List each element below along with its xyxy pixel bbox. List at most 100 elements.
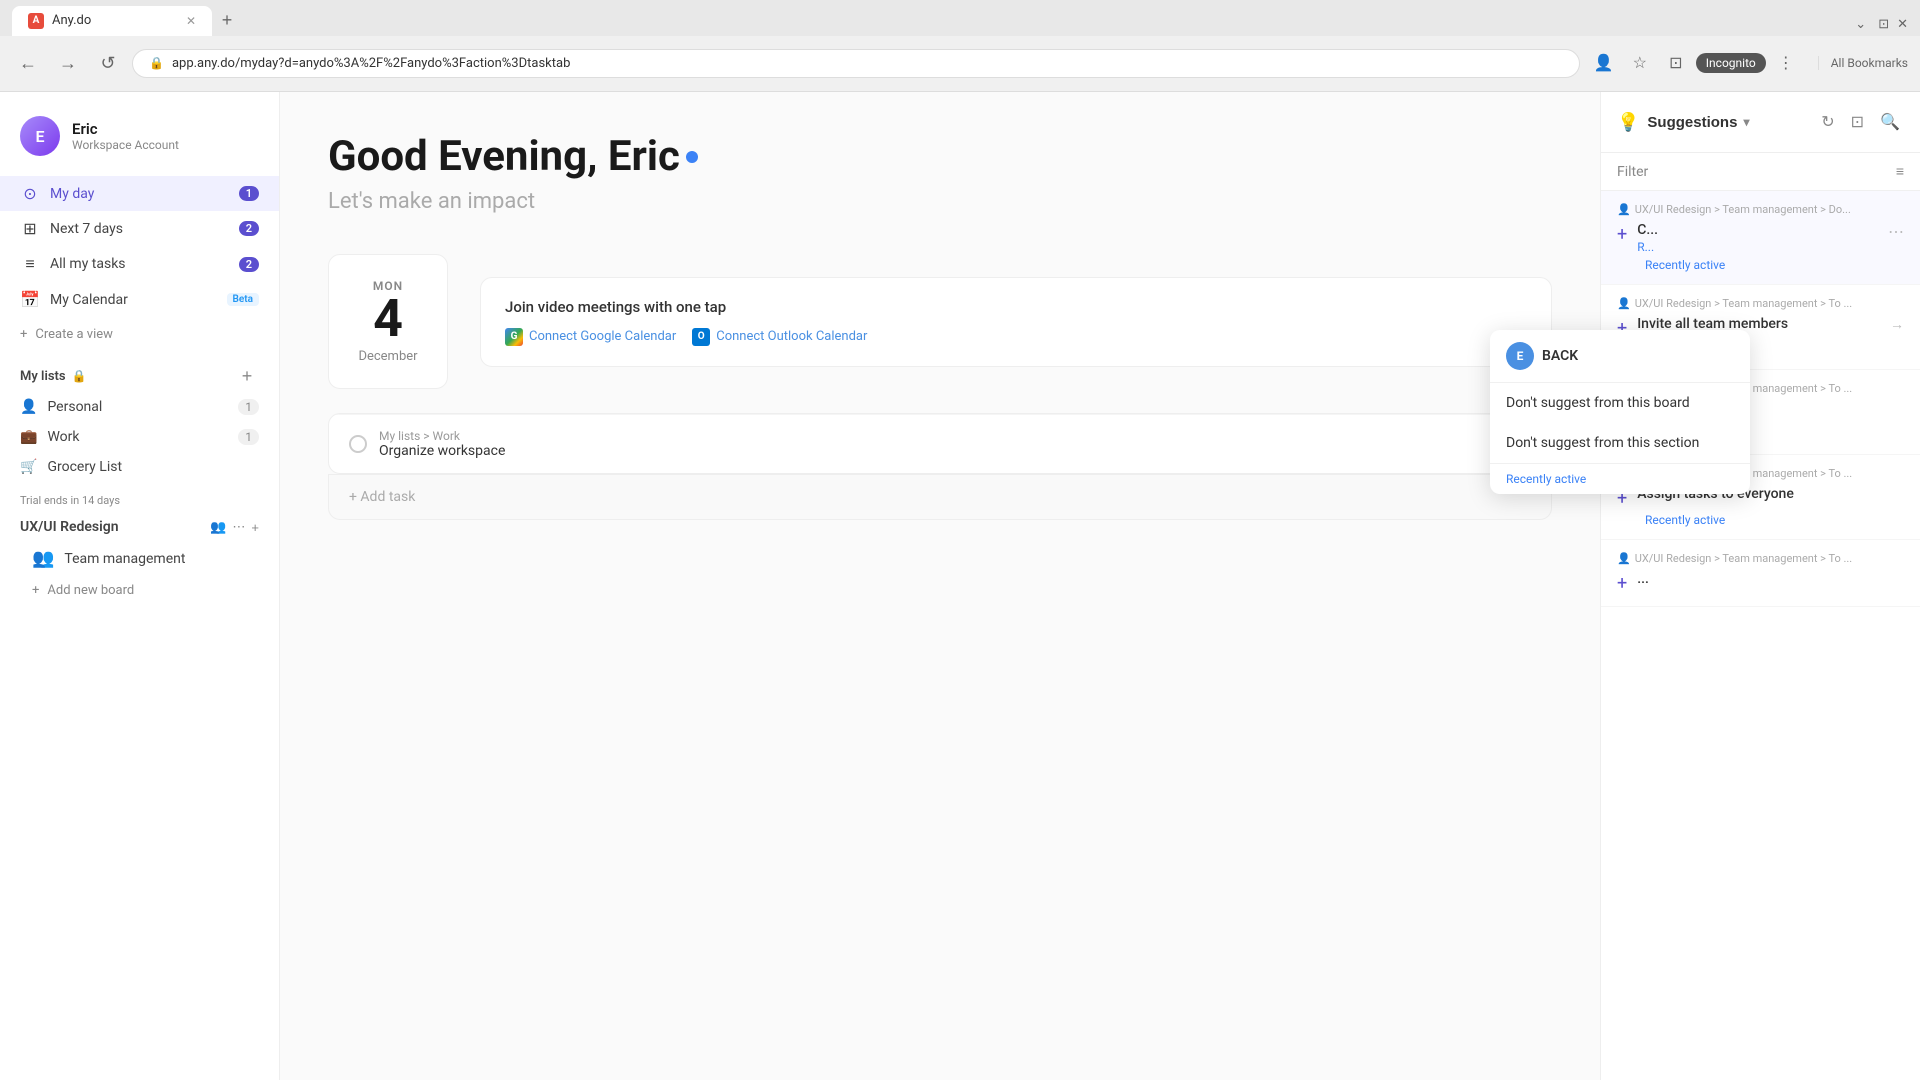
add-task-button[interactable]: + Add task — [328, 474, 1552, 520]
personal-icon: 👤 — [20, 399, 37, 415]
calendar-promo: Join video meetings with one tap G Conne… — [480, 277, 1552, 367]
nav-item-my-day[interactable]: ⊙ My day 1 — [0, 176, 279, 211]
date-content: Join video meetings with one tap G Conne… — [480, 254, 1552, 389]
suggestion-add-button-1[interactable]: + — [1617, 224, 1627, 245]
task-group: My lists > Work Organize workspace — [328, 413, 1552, 474]
browser-toolbar: ← → ↺ 🔒 app.any.do/myday?d=anydo%3A%2F%2… — [0, 36, 1920, 91]
context-menu-item-1[interactable]: Don't suggest from this section — [1490, 423, 1750, 463]
filter-bar: Filter ≡ — [1601, 153, 1920, 191]
greeting-heading: Good Evening, Eric — [328, 132, 1552, 181]
suggestion-meta-1: 👤 UX/UI Redesign > Team management > Do.… — [1617, 203, 1904, 216]
tab-close-button[interactable]: ✕ — [186, 14, 196, 28]
work-label: Work — [47, 429, 79, 445]
suggestions-title-button[interactable]: Suggestions ▾ — [1647, 114, 1749, 131]
suggestion-title-1: C... — [1637, 222, 1878, 238]
tab-favicon: A — [28, 13, 44, 29]
reload-button[interactable]: ↺ — [92, 47, 124, 79]
grocery-label: Grocery List — [47, 459, 122, 475]
refresh-button[interactable]: ↻ — [1817, 108, 1838, 136]
subtitle-text: Let's make an impact — [328, 189, 1552, 214]
panel-action-buttons: ↻ ⊡ 🔍 — [1817, 108, 1904, 136]
right-panel: 💡 Suggestions ▾ ↻ ⊡ 🔍 Filter ≡ 👤 UX/UI R… — [1600, 92, 1920, 1080]
calendar-promo-title: Join video meetings with one tap — [505, 298, 1527, 316]
suggestion-item-1[interactable]: 👤 UX/UI Redesign > Team management > Do.… — [1601, 191, 1920, 285]
create-view-label: Create a view — [35, 327, 113, 342]
active-tab[interactable]: A Any.do ✕ — [12, 6, 212, 36]
new-tab-button[interactable]: + — [212, 6, 242, 36]
back-button[interactable]: ← — [12, 47, 44, 79]
context-menu-item-0[interactable]: Don't suggest from this board — [1490, 383, 1750, 423]
suggestion-add-row-5: + ... — [1617, 571, 1904, 594]
tab-restore-icon[interactable]: ⊡ — [1878, 17, 1889, 32]
workspace-add-icon[interactable]: + — [251, 519, 259, 535]
list-item-work[interactable]: 💼 Work 1 — [0, 422, 279, 452]
suggestion-content-5: ... — [1637, 571, 1904, 587]
list-item-grocery[interactable]: 🛒 Grocery List — [0, 452, 279, 482]
workspace-header: UX/UI Redesign 👥 ⋯ + — [0, 513, 279, 541]
greeting-dot — [686, 151, 698, 163]
team-management-icon: 👥 — [32, 548, 54, 569]
team-management-item[interactable]: 👥 Team management — [0, 541, 279, 576]
add-board-button[interactable]: + Add new board — [0, 576, 279, 605]
greeting-text: Good Evening, Eric — [328, 132, 680, 181]
browser-chrome: A Any.do ✕ + ⌄ ⊡ ✕ ← → ↺ 🔒 app.any.do/my… — [0, 0, 1920, 92]
work-count: 1 — [238, 429, 259, 445]
context-menu-avatar: E — [1506, 342, 1534, 370]
beta-badge: Beta — [227, 293, 259, 306]
personal-label: Personal — [47, 399, 102, 415]
workspace-more-icon[interactable]: ⋯ — [232, 519, 245, 535]
suggestions-title-text: Suggestions — [1647, 114, 1737, 131]
calendar-links: G Connect Google Calendar O Connect Outl… — [505, 328, 1527, 346]
nav-label-my-day: My day — [50, 186, 229, 202]
connect-google-calendar-link[interactable]: G Connect Google Calendar — [505, 328, 676, 346]
context-menu: E BACK Don't suggest from this board Don… — [1490, 330, 1750, 494]
suggestion-subtitle-1: R... — [1637, 240, 1878, 254]
date-card: MON 4 December — [328, 254, 448, 389]
nav-item-all-tasks[interactable]: ≡ All my tasks 2 — [0, 246, 279, 282]
user-info: Eric Workspace Account — [72, 120, 179, 152]
avatar: E — [20, 116, 60, 156]
tab-minimize-icon[interactable]: ⌄ — [1855, 17, 1866, 32]
connect-outlook-calendar-link[interactable]: O Connect Outlook Calendar — [692, 328, 867, 346]
chrome-menu-button[interactable]: ⋮ — [1770, 47, 1802, 79]
suggestion-item-5[interactable]: 👤 UX/UI Redesign > Team management > To … — [1601, 540, 1920, 607]
workspace-icons: 👥 ⋯ + — [210, 519, 259, 535]
extension-icon[interactable]: ⊡ — [1660, 47, 1692, 79]
add-list-button[interactable]: + — [235, 364, 259, 388]
filter-icon[interactable]: ≡ — [1896, 163, 1904, 180]
forward-button[interactable]: → — [52, 47, 84, 79]
tab-close-icon[interactable]: ✕ — [1897, 17, 1908, 32]
bookmark-icon[interactable]: ☆ — [1624, 47, 1656, 79]
bookmarks-label: All Bookmarks — [1831, 56, 1908, 70]
incognito-icon[interactable]: 👤 — [1588, 47, 1620, 79]
nav-item-calendar[interactable]: 📅 My Calendar Beta — [0, 282, 279, 317]
google-calendar-icon: G — [505, 328, 523, 346]
layout-button[interactable]: ⊡ — [1847, 108, 1868, 136]
address-bar[interactable]: 🔒 app.any.do/myday?d=anydo%3A%2F%2Fanydo… — [132, 49, 1580, 78]
task-content: My lists > Work Organize workspace — [379, 429, 505, 459]
suggestion-add-button-5[interactable]: + — [1617, 573, 1627, 594]
workspace-members-icon[interactable]: 👥 — [210, 519, 226, 535]
google-calendar-label: Connect Google Calendar — [529, 329, 676, 344]
nav-item-next-7-days[interactable]: ⊞ Next 7 days 2 — [0, 211, 279, 246]
task-path: My lists > Work — [379, 429, 505, 443]
suggestions-list: 👤 UX/UI Redesign > Team management > Do.… — [1601, 191, 1920, 1080]
task-row[interactable]: My lists > Work Organize workspace — [329, 414, 1551, 473]
team-management-label: Team management — [64, 551, 185, 567]
context-menu-back-button[interactable]: E BACK — [1490, 330, 1750, 383]
my-day-icon: ⊙ — [20, 184, 40, 203]
work-icon: 💼 — [20, 429, 37, 445]
user-section[interactable]: E Eric Workspace Account — [0, 108, 279, 172]
workspace-name: UX/UI Redesign — [20, 519, 202, 535]
calendar-icon: 📅 — [20, 290, 40, 309]
lock-icon: 🔒 — [72, 369, 87, 383]
create-view-button[interactable]: + Create a view — [0, 321, 279, 348]
search-button[interactable]: 🔍 — [1876, 108, 1904, 136]
suggestion-recently-active-4: Recently active — [1617, 509, 1904, 527]
list-item-personal[interactable]: 👤 Personal 1 — [0, 392, 279, 422]
suggestion-more-button-1[interactable]: ⋯ — [1888, 222, 1904, 242]
nav-section: ⊙ My day 1 ⊞ Next 7 days 2 ≡ All my task… — [0, 172, 279, 321]
date-section: MON 4 December Join video meetings with … — [328, 254, 1552, 389]
suggestion-user-icon-1: 👤 — [1617, 203, 1631, 216]
task-checkbox[interactable] — [349, 435, 367, 453]
